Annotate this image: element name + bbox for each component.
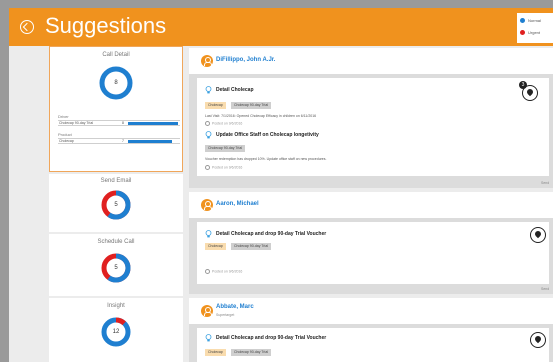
clock-icon — [205, 165, 210, 170]
row-name: Cholecap — [59, 139, 74, 143]
posted-date: Posted on 9/6/2016 — [205, 165, 242, 170]
card-title: Schedule Call — [97, 239, 135, 245]
tag-product: Cholecap — [205, 243, 226, 250]
lightbulb-icon — [205, 334, 212, 342]
suggestion-count-badge: 3 — [519, 81, 527, 89]
category-card-call-detail[interactable]: Call Detail 8 Driver Cholecap 90-day Tri… — [49, 46, 183, 172]
app-screen: Suggestions Normal Urgent Call Detail 8 … — [9, 8, 553, 362]
person-name[interactable]: Abbate, Marc — [216, 304, 254, 310]
legend-item-normal: Normal — [520, 17, 552, 25]
clock-icon — [205, 269, 210, 274]
suggestion-description: Voucher redemption has dropped 10%. Upda… — [205, 157, 327, 161]
tag-driver: Cholecap 90-day Trial — [231, 349, 272, 356]
lightbulb-icon — [205, 131, 212, 139]
person-avatar-icon — [201, 55, 213, 67]
row-bar — [128, 122, 178, 125]
legend-label: Urgent — [528, 30, 541, 35]
suggestion-title[interactable]: Detail Cholecap and drop 90-day Trial Vo… — [216, 335, 326, 341]
person-group: Abbate, Marc Supertarget Detail Cholecap… — [189, 298, 553, 362]
send-label[interactable]: Send — [541, 287, 549, 291]
legend-label: Normal — [528, 18, 541, 23]
person-group: DiFillippo, John A.Jr. Detail Cholecap C… — [189, 48, 553, 188]
call-detail-donut: 8 — [98, 65, 134, 101]
card-title: Call Detail — [102, 52, 130, 58]
driver-row[interactable]: Cholecap 90-day Trial 8 — [58, 120, 180, 126]
person-row[interactable]: Aaron, Michael — [189, 192, 553, 218]
person-subtitle: Supertarget — [216, 313, 235, 317]
posted-text: Posted on 9/6/2016 — [212, 121, 243, 126]
person-row[interactable]: DiFillippo, John A.Jr. — [189, 48, 553, 74]
person-group: Aaron, Michael Detail Cholecap and drop … — [189, 192, 553, 294]
suggestions-list: DiFillippo, John A.Jr. Detail Cholecap C… — [189, 46, 553, 362]
clock-icon — [205, 121, 210, 126]
suggestion-title[interactable]: Detail Cholecap — [216, 87, 254, 93]
category-card-insight[interactable]: Insight 12 — [49, 298, 183, 362]
posted-text: Posted on 9/6/2016 — [212, 165, 243, 170]
donut-count: 5 — [114, 265, 118, 271]
schedule-call-donut: 5 — [100, 252, 132, 284]
page-title: Suggestions — [45, 13, 167, 38]
person-name[interactable]: DiFillippo, John A.Jr. — [216, 57, 275, 63]
send-label[interactable]: Send — [541, 181, 549, 185]
donut-count: 8 — [114, 80, 118, 86]
tag-driver: Cholecap 90-day Trial — [231, 243, 272, 250]
row-name: Cholecap 90-day Trial — [59, 121, 94, 125]
category-card-schedule-call[interactable]: Schedule Call 5 — [49, 234, 183, 296]
insight-donut: 12 — [100, 316, 132, 348]
group-label: Driver — [58, 114, 69, 119]
tag-driver: Cholecap 90-day Trial — [205, 145, 246, 152]
card-title: Send Email — [100, 178, 132, 184]
row-count: 7 — [122, 139, 124, 143]
send-action-button[interactable] — [530, 227, 546, 243]
suggestion-card: Detail Cholecap and drop 90-day Trial Vo… — [197, 222, 549, 284]
group-label: Product — [58, 132, 72, 137]
category-panel: Call Detail 8 Driver Cholecap 90-day Tri… — [49, 46, 183, 362]
product-row[interactable]: Cholecap 7 — [58, 138, 180, 144]
legend-item-urgent: Urgent — [520, 29, 552, 37]
send-email-donut: 5 — [100, 189, 132, 221]
lightbulb-icon — [205, 86, 212, 94]
card-title: Insight — [107, 303, 125, 309]
category-card-send-email[interactable]: Send Email 5 — [49, 174, 183, 232]
urgent-dot-icon — [520, 30, 525, 35]
row-count: 8 — [122, 121, 124, 125]
person-name[interactable]: Aaron, Michael — [216, 201, 259, 207]
normal-dot-icon — [520, 18, 525, 23]
posted-date: Posted on 9/6/2016 — [205, 269, 242, 274]
suggestion-title[interactable]: Detail Cholecap and drop 90-day Trial Vo… — [216, 231, 326, 237]
suggestion-card: Detail Cholecap Cholecap Cholecap 90-day… — [197, 78, 549, 176]
tag-driver: Cholecap 90-day Trial — [231, 102, 272, 109]
suggestion-card: Detail Cholecap and drop 90-day Trial Vo… — [197, 328, 549, 362]
donut-count: 12 — [112, 329, 120, 335]
suggestion-title[interactable]: Update Office Staff on Cholecap longetiv… — [216, 132, 319, 138]
person-avatar-icon — [201, 305, 213, 317]
row-bar — [128, 140, 172, 143]
posted-text: Posted on 9/6/2016 — [212, 269, 243, 274]
donut-count: 5 — [114, 202, 118, 208]
header-bar: Suggestions Normal Urgent — [9, 8, 553, 46]
back-arrow-icon[interactable] — [20, 20, 34, 34]
tag-product: Cholecap — [205, 102, 226, 109]
posted-date: Posted on 9/6/2016 — [205, 121, 242, 126]
tag-product: Cholecap — [205, 349, 226, 356]
person-avatar-icon — [201, 199, 213, 211]
lightbulb-icon — [205, 230, 212, 238]
suggestion-description: Last Visit: 7/1/2016: Opened Cholecap Ef… — [205, 114, 317, 118]
legend: Normal Urgent — [517, 13, 553, 43]
send-action-button[interactable] — [530, 332, 546, 348]
person-row[interactable]: Abbate, Marc Supertarget — [189, 298, 553, 324]
